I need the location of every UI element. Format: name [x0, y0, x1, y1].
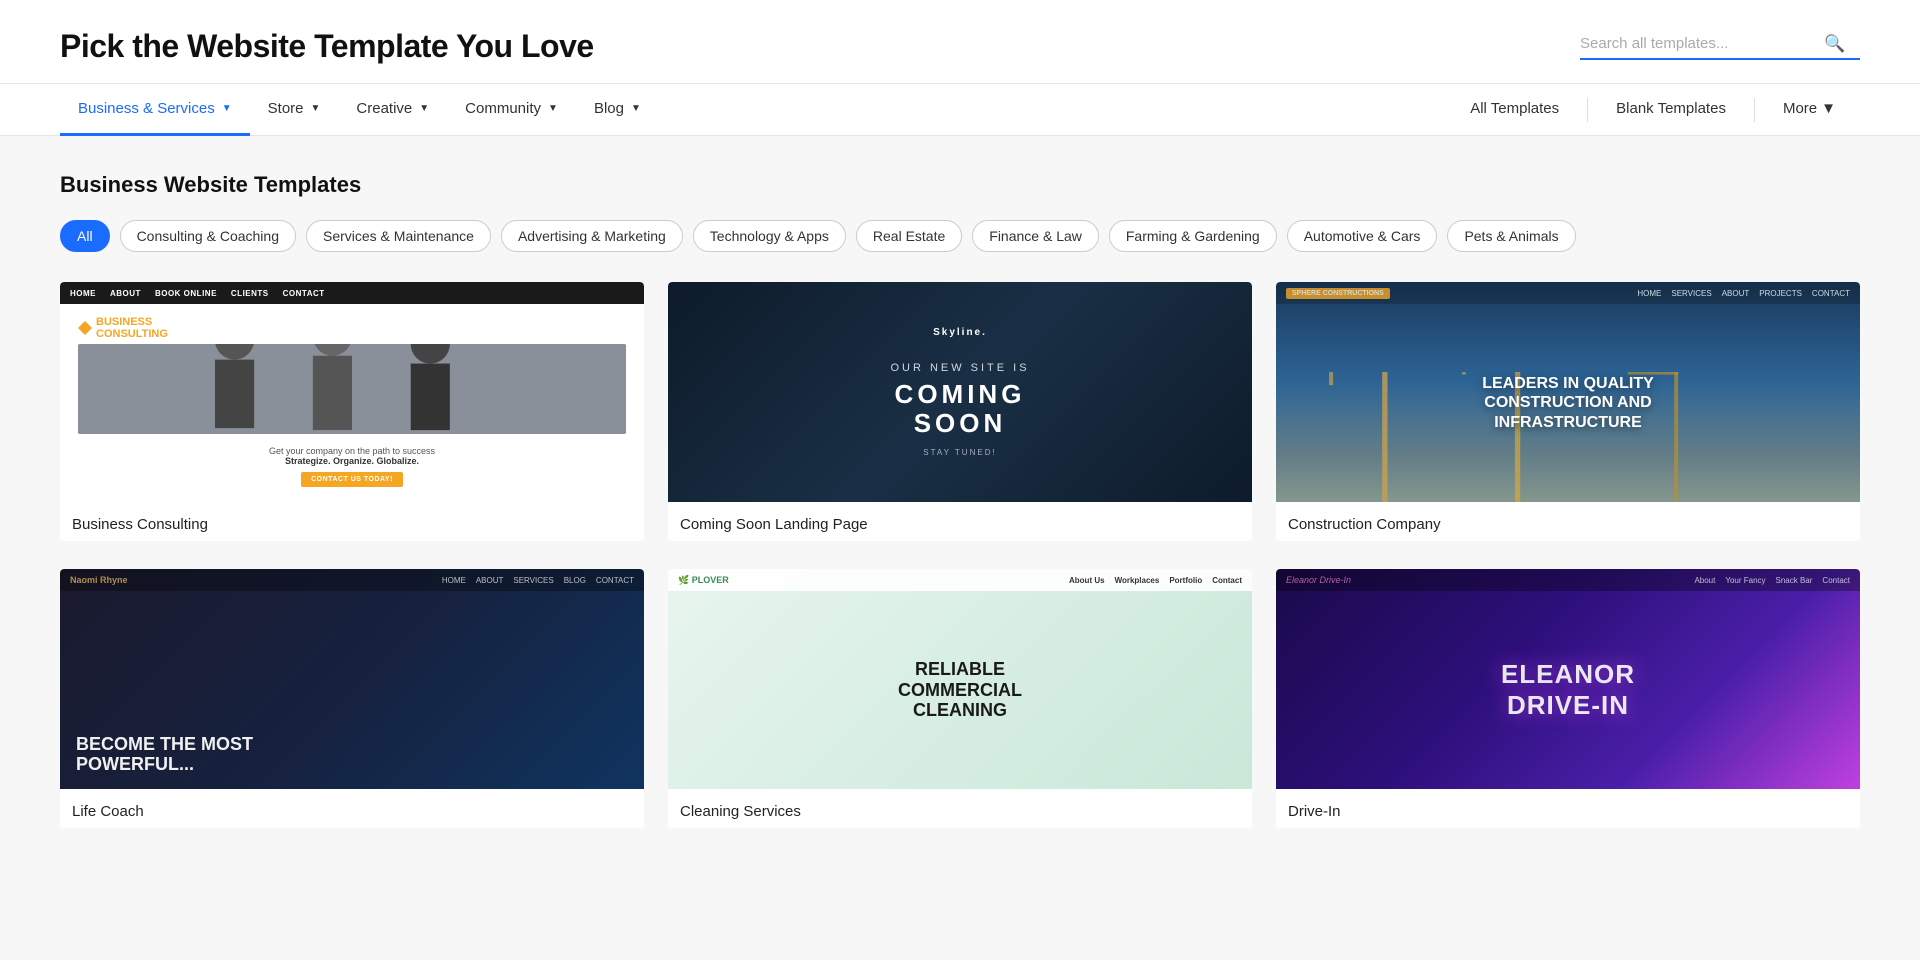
chevron-down-icon: ▼ [222, 103, 232, 114]
template-card-coming-soon[interactable]: Skyline. OUR NEW SITE IS COMINGSOON STAY… [668, 282, 1252, 541]
search-button[interactable]: 🔍 [1820, 34, 1849, 54]
nav-item-community[interactable]: Community ▼ [447, 84, 576, 136]
filter-consulting[interactable]: Consulting & Coaching [120, 220, 296, 252]
page-header: Pick the Website Template You Love 🔍 [0, 0, 1920, 84]
template-label-business-consulting: Business Consulting [60, 502, 644, 541]
filter-technology[interactable]: Technology & Apps [693, 220, 846, 252]
template-thumb-3: SPHERE CONSTRUCTIONS HOME SERVICES ABOUT… [1276, 282, 1860, 502]
template-label-coming-soon: Coming Soon Landing Page [668, 502, 1252, 541]
nav-label-store: Store [268, 100, 304, 117]
section-title: Business Website Templates [60, 172, 1860, 198]
nav-divider-2 [1754, 98, 1755, 122]
chevron-down-icon: ▼ [631, 103, 641, 114]
chevron-down-icon: ▼ [311, 103, 321, 114]
template-label-cleaning: Cleaning Services [668, 789, 1252, 828]
nav-right: All Templates Blank Templates More ▼ [1446, 84, 1860, 136]
template-thumb-1: HOMEABOUTBOOK ONLINECLIENTSCONTACT BUSIN… [60, 282, 644, 502]
filter-all[interactable]: All [60, 220, 110, 252]
main-content: Business Website Templates All Consultin… [0, 136, 1920, 868]
template-card-construction[interactable]: SPHERE CONSTRUCTIONS HOME SERVICES ABOUT… [1276, 282, 1860, 541]
template-thumb-5: 🌿 PLOVER About Us Workplaces Portfolio C… [668, 569, 1252, 789]
nav-label-community: Community [465, 100, 541, 117]
template-label-construction: Construction Company [1276, 502, 1860, 541]
nav-left: Business & Services ▼ Store ▼ Creative ▼… [60, 84, 659, 136]
template-card-coach[interactable]: Naomi Rhyne HOME ABOUT SERVICES BLOG CON… [60, 569, 644, 828]
nav-bar: Business & Services ▼ Store ▼ Creative ▼… [0, 84, 1920, 136]
nav-item-blog[interactable]: Blog ▼ [576, 84, 659, 136]
nav-divider [1587, 98, 1588, 122]
chevron-down-icon: ▼ [419, 103, 429, 114]
template-label-drive-in: Drive-In [1276, 789, 1860, 828]
template-card-drive-in[interactable]: Eleanor Drive-In About Your Fancy Snack … [1276, 569, 1860, 828]
nav-item-business[interactable]: Business & Services ▼ [60, 84, 250, 136]
nav-label-creative: Creative [356, 100, 412, 117]
nav-label-business: Business & Services [78, 100, 215, 117]
nav-all-templates[interactable]: All Templates [1446, 84, 1583, 136]
filter-advertising[interactable]: Advertising & Marketing [501, 220, 683, 252]
filter-pets[interactable]: Pets & Animals [1447, 220, 1575, 252]
search-container: 🔍 [1580, 34, 1860, 60]
template-grid: HOMEABOUTBOOK ONLINECLIENTSCONTACT BUSIN… [60, 282, 1860, 828]
nav-item-creative[interactable]: Creative ▼ [338, 84, 447, 136]
template-card-business-consulting[interactable]: HOMEABOUTBOOK ONLINECLIENTSCONTACT BUSIN… [60, 282, 644, 541]
template-label-coach: Life Coach [60, 789, 644, 828]
filter-real-estate[interactable]: Real Estate [856, 220, 962, 252]
chevron-down-icon: ▼ [1821, 100, 1836, 117]
page-title: Pick the Website Template You Love [60, 28, 594, 65]
nav-blank-templates[interactable]: Blank Templates [1592, 84, 1750, 136]
template-thumb-2: Skyline. OUR NEW SITE IS COMINGSOON STAY… [668, 282, 1252, 502]
template-card-cleaning[interactable]: 🌿 PLOVER About Us Workplaces Portfolio C… [668, 569, 1252, 828]
filter-farming[interactable]: Farming & Gardening [1109, 220, 1277, 252]
search-input[interactable] [1580, 35, 1820, 52]
filter-finance[interactable]: Finance & Law [972, 220, 1099, 252]
filter-services[interactable]: Services & Maintenance [306, 220, 491, 252]
nav-label-blog: Blog [594, 100, 624, 117]
template-thumb-4: Naomi Rhyne HOME ABOUT SERVICES BLOG CON… [60, 569, 644, 789]
nav-more[interactable]: More ▼ [1759, 84, 1860, 136]
chevron-down-icon: ▼ [548, 103, 558, 114]
template-thumb-6: Eleanor Drive-In About Your Fancy Snack … [1276, 569, 1860, 789]
filter-automotive[interactable]: Automotive & Cars [1287, 220, 1438, 252]
filter-row: All Consulting & Coaching Services & Mai… [60, 220, 1860, 252]
nav-item-store[interactable]: Store ▼ [250, 84, 339, 136]
